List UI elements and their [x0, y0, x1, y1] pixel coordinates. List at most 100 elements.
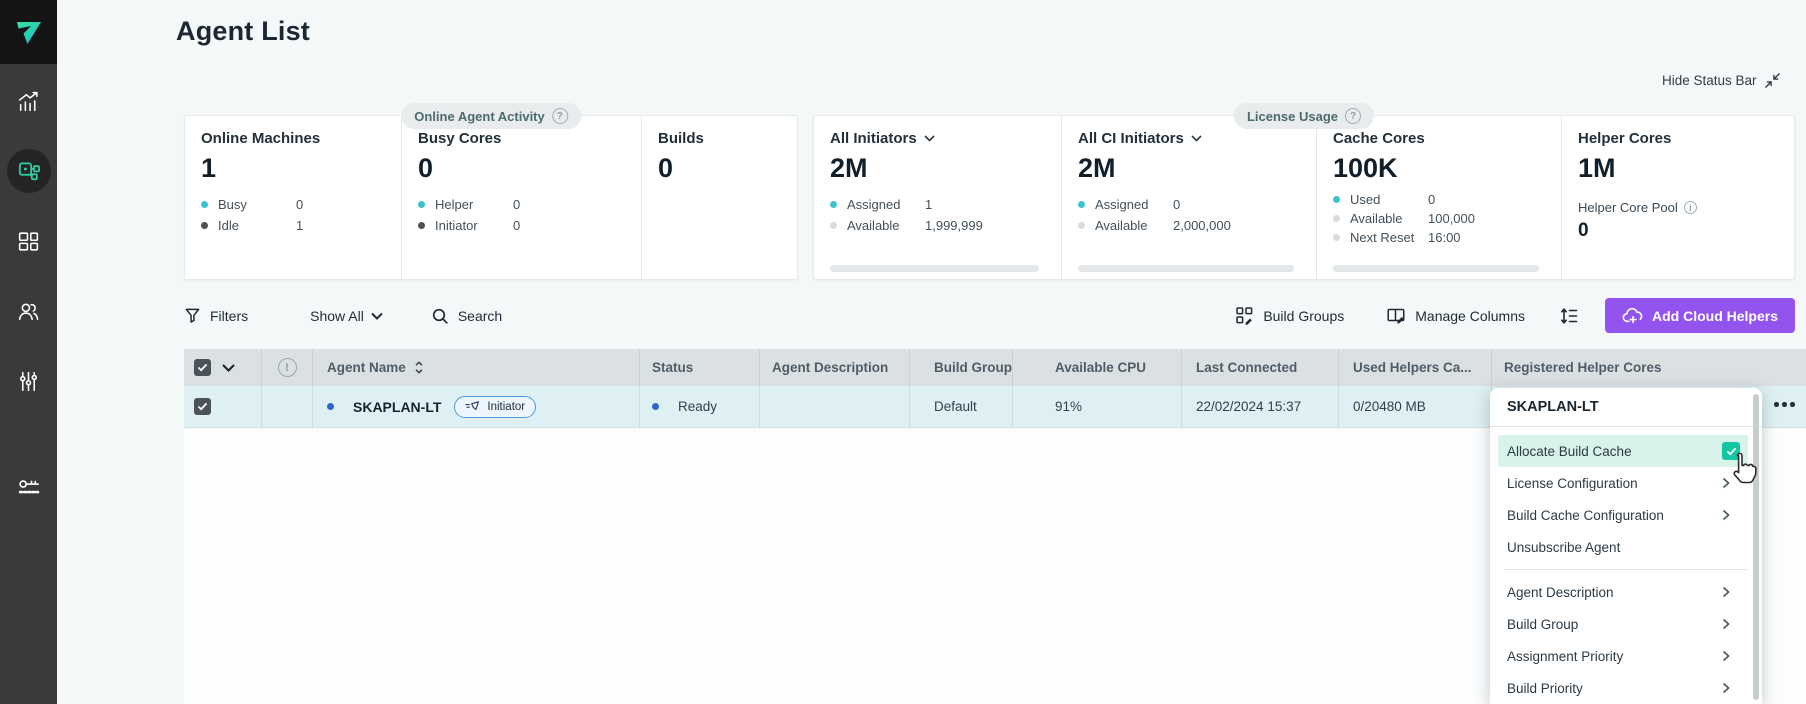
hide-status-bar-button[interactable]: Hide Status Bar [1662, 72, 1781, 89]
chevron-down-icon [924, 135, 935, 142]
row-density-button[interactable] [1559, 306, 1579, 326]
card-title: Online Machines [201, 130, 401, 147]
brand-logo-icon [14, 19, 44, 45]
manage-columns-icon [1386, 306, 1406, 325]
cache-cores-card: Cache Cores 100K Used 0 Available 100,00… [1316, 116, 1561, 279]
sliders-icon [16, 369, 41, 394]
sidebar-item-users[interactable] [7, 289, 51, 333]
status-text: Ready [678, 399, 717, 414]
online-machines-card: Online Machines 1 Busy 0 Idle 1 [185, 116, 401, 279]
sidebar-nav [0, 64, 57, 535]
available-dot [1078, 222, 1085, 229]
add-cloud-helpers-button[interactable]: Add Cloud Helpers [1605, 298, 1795, 333]
all-initiators-dropdown[interactable]: All Initiators [830, 130, 1061, 147]
row-build-group-cell: Default [910, 386, 1013, 427]
chevron-right-icon [1722, 650, 1730, 662]
sidebar-item-agents[interactable] [7, 149, 51, 193]
agent-context-menu: SKAPLAN-LT Allocate Build Cache License … [1490, 388, 1762, 704]
manage-columns-button[interactable]: Manage Columns [1386, 306, 1525, 325]
info-icon[interactable]: i [1684, 201, 1697, 214]
row-select-cell [184, 386, 262, 427]
status-dot [652, 403, 659, 410]
helper-core-pool-label: Helper Core Pool i [1578, 200, 1794, 215]
sidebar [0, 0, 57, 704]
context-menu-list: Allocate Build Cache License Configurati… [1490, 427, 1762, 704]
legend-row: Available 1,999,999 [830, 218, 1061, 233]
dashboard-grid-icon [16, 229, 41, 254]
row-checkbox[interactable] [194, 398, 211, 415]
sort-icon[interactable] [414, 360, 424, 375]
menu-item-unsubscribe-agent[interactable]: Unsubscribe Agent [1490, 531, 1762, 563]
row-available-cpu-cell: 91% [1013, 386, 1182, 427]
build-groups-button[interactable]: Build Groups [1235, 306, 1344, 325]
menu-divider [1504, 569, 1748, 570]
sidebar-item-analytics[interactable] [7, 79, 51, 123]
helper-cores-card: Helper Cores 1M Helper Core Pool i 0 [1561, 116, 1794, 279]
all-ci-initiators-dropdown[interactable]: All CI Initiators [1078, 130, 1316, 147]
column-header-used-helpers[interactable]: Used Helpers Ca... [1339, 349, 1492, 386]
show-all-dropdown[interactable]: Show All [310, 308, 383, 324]
column-header-agent-name[interactable]: Agent Name [313, 349, 640, 386]
sidebar-item-license[interactable] [7, 465, 51, 509]
filters-button[interactable]: Filters [184, 307, 248, 324]
row-agent-name-cell: SKAPLAN-LT Initiator [313, 386, 640, 427]
menu-item-assignment-priority[interactable]: Assignment Priority [1490, 640, 1762, 672]
next-reset-dot [1333, 234, 1340, 241]
idle-dot [201, 222, 208, 229]
row-used-helpers-cell: 0/20480 MB [1339, 386, 1492, 427]
column-header-build-group[interactable]: Build Group [910, 349, 1013, 386]
license-usage-panel: License Usage ? All Initiators 2M Assign… [813, 115, 1795, 280]
legend-row: Initiator 0 [418, 218, 641, 233]
agent-name: SKAPLAN-LT [353, 399, 441, 415]
card-value: 1M [1578, 153, 1794, 184]
license-usage-pill: License Usage ? [1234, 103, 1374, 129]
search-input[interactable]: Search [431, 307, 502, 325]
chevron-right-icon [1722, 618, 1730, 630]
sidebar-item-dashboard[interactable] [7, 219, 51, 263]
menu-item-allocate-build-cache[interactable]: Allocate Build Cache [1498, 435, 1748, 467]
initiator-badge: Initiator [454, 396, 536, 418]
chevron-down-icon [1191, 135, 1202, 142]
legend-row: Available 100,000 [1333, 211, 1561, 226]
legend: Assigned 1 Available 1,999,999 [830, 197, 1061, 233]
build-groups-icon [1235, 306, 1254, 325]
toolbar-right: Build Groups Manage Columns Add Cloud He… [1193, 298, 1795, 333]
card-title: Cache Cores [1333, 130, 1561, 147]
row-agent-description-cell [760, 386, 910, 427]
help-icon[interactable]: ? [1345, 108, 1361, 124]
help-icon[interactable]: ? [552, 108, 568, 124]
legend-row: Assigned 0 [1078, 197, 1316, 212]
usage-progress-bar [1078, 265, 1294, 272]
legend-row: Used 0 [1333, 192, 1561, 207]
menu-item-build-priority[interactable]: Build Priority [1490, 672, 1762, 704]
menu-item-build-group[interactable]: Build Group [1490, 608, 1762, 640]
helper-dot [418, 201, 425, 208]
online-agent-activity-pill: Online Agent Activity ? [401, 103, 581, 129]
menu-item-build-cache-configuration[interactable]: Build Cache Configuration [1490, 499, 1762, 531]
column-header-agent-description[interactable]: Agent Description [760, 349, 910, 386]
legend: Helper 0 Initiator 0 [418, 197, 641, 233]
column-header-status[interactable]: Status [640, 349, 760, 386]
analytics-icon [16, 89, 41, 114]
menu-item-license-configuration[interactable]: License Configuration [1490, 467, 1762, 499]
select-menu-chevron-icon[interactable] [222, 364, 235, 372]
row-last-connected-cell: 22/02/2024 15:37 [1182, 386, 1339, 427]
menu-scrollbar[interactable] [1753, 394, 1759, 700]
card-value: 2M [1078, 153, 1316, 184]
sidebar-item-settings[interactable] [7, 359, 51, 403]
legend: Busy 0 Idle 1 [201, 197, 401, 233]
select-all-checkbox[interactable] [194, 359, 211, 376]
legend: Assigned 0 Available 2,000,000 [1078, 197, 1316, 233]
hide-status-bar-label: Hide Status Bar [1662, 73, 1757, 88]
column-header-available-cpu[interactable]: Available CPU [1013, 349, 1182, 386]
menu-item-agent-description[interactable]: Agent Description [1490, 576, 1762, 608]
all-initiators-card: All Initiators 2M Assigned 1 Available 1… [814, 116, 1061, 279]
assigned-dot [1078, 201, 1085, 208]
card-value: 2M [830, 153, 1061, 184]
column-header-registered-helper-cores[interactable]: Registered Helper Cores [1492, 349, 1806, 386]
column-header-last-connected[interactable]: Last Connected [1182, 349, 1339, 386]
allocate-build-cache-checkbox[interactable] [1722, 442, 1740, 460]
row-more-actions-button[interactable] [1774, 402, 1795, 407]
app-logo[interactable] [0, 0, 57, 64]
legend: Used 0 Available 100,000 Next Reset 16:0… [1333, 192, 1561, 245]
